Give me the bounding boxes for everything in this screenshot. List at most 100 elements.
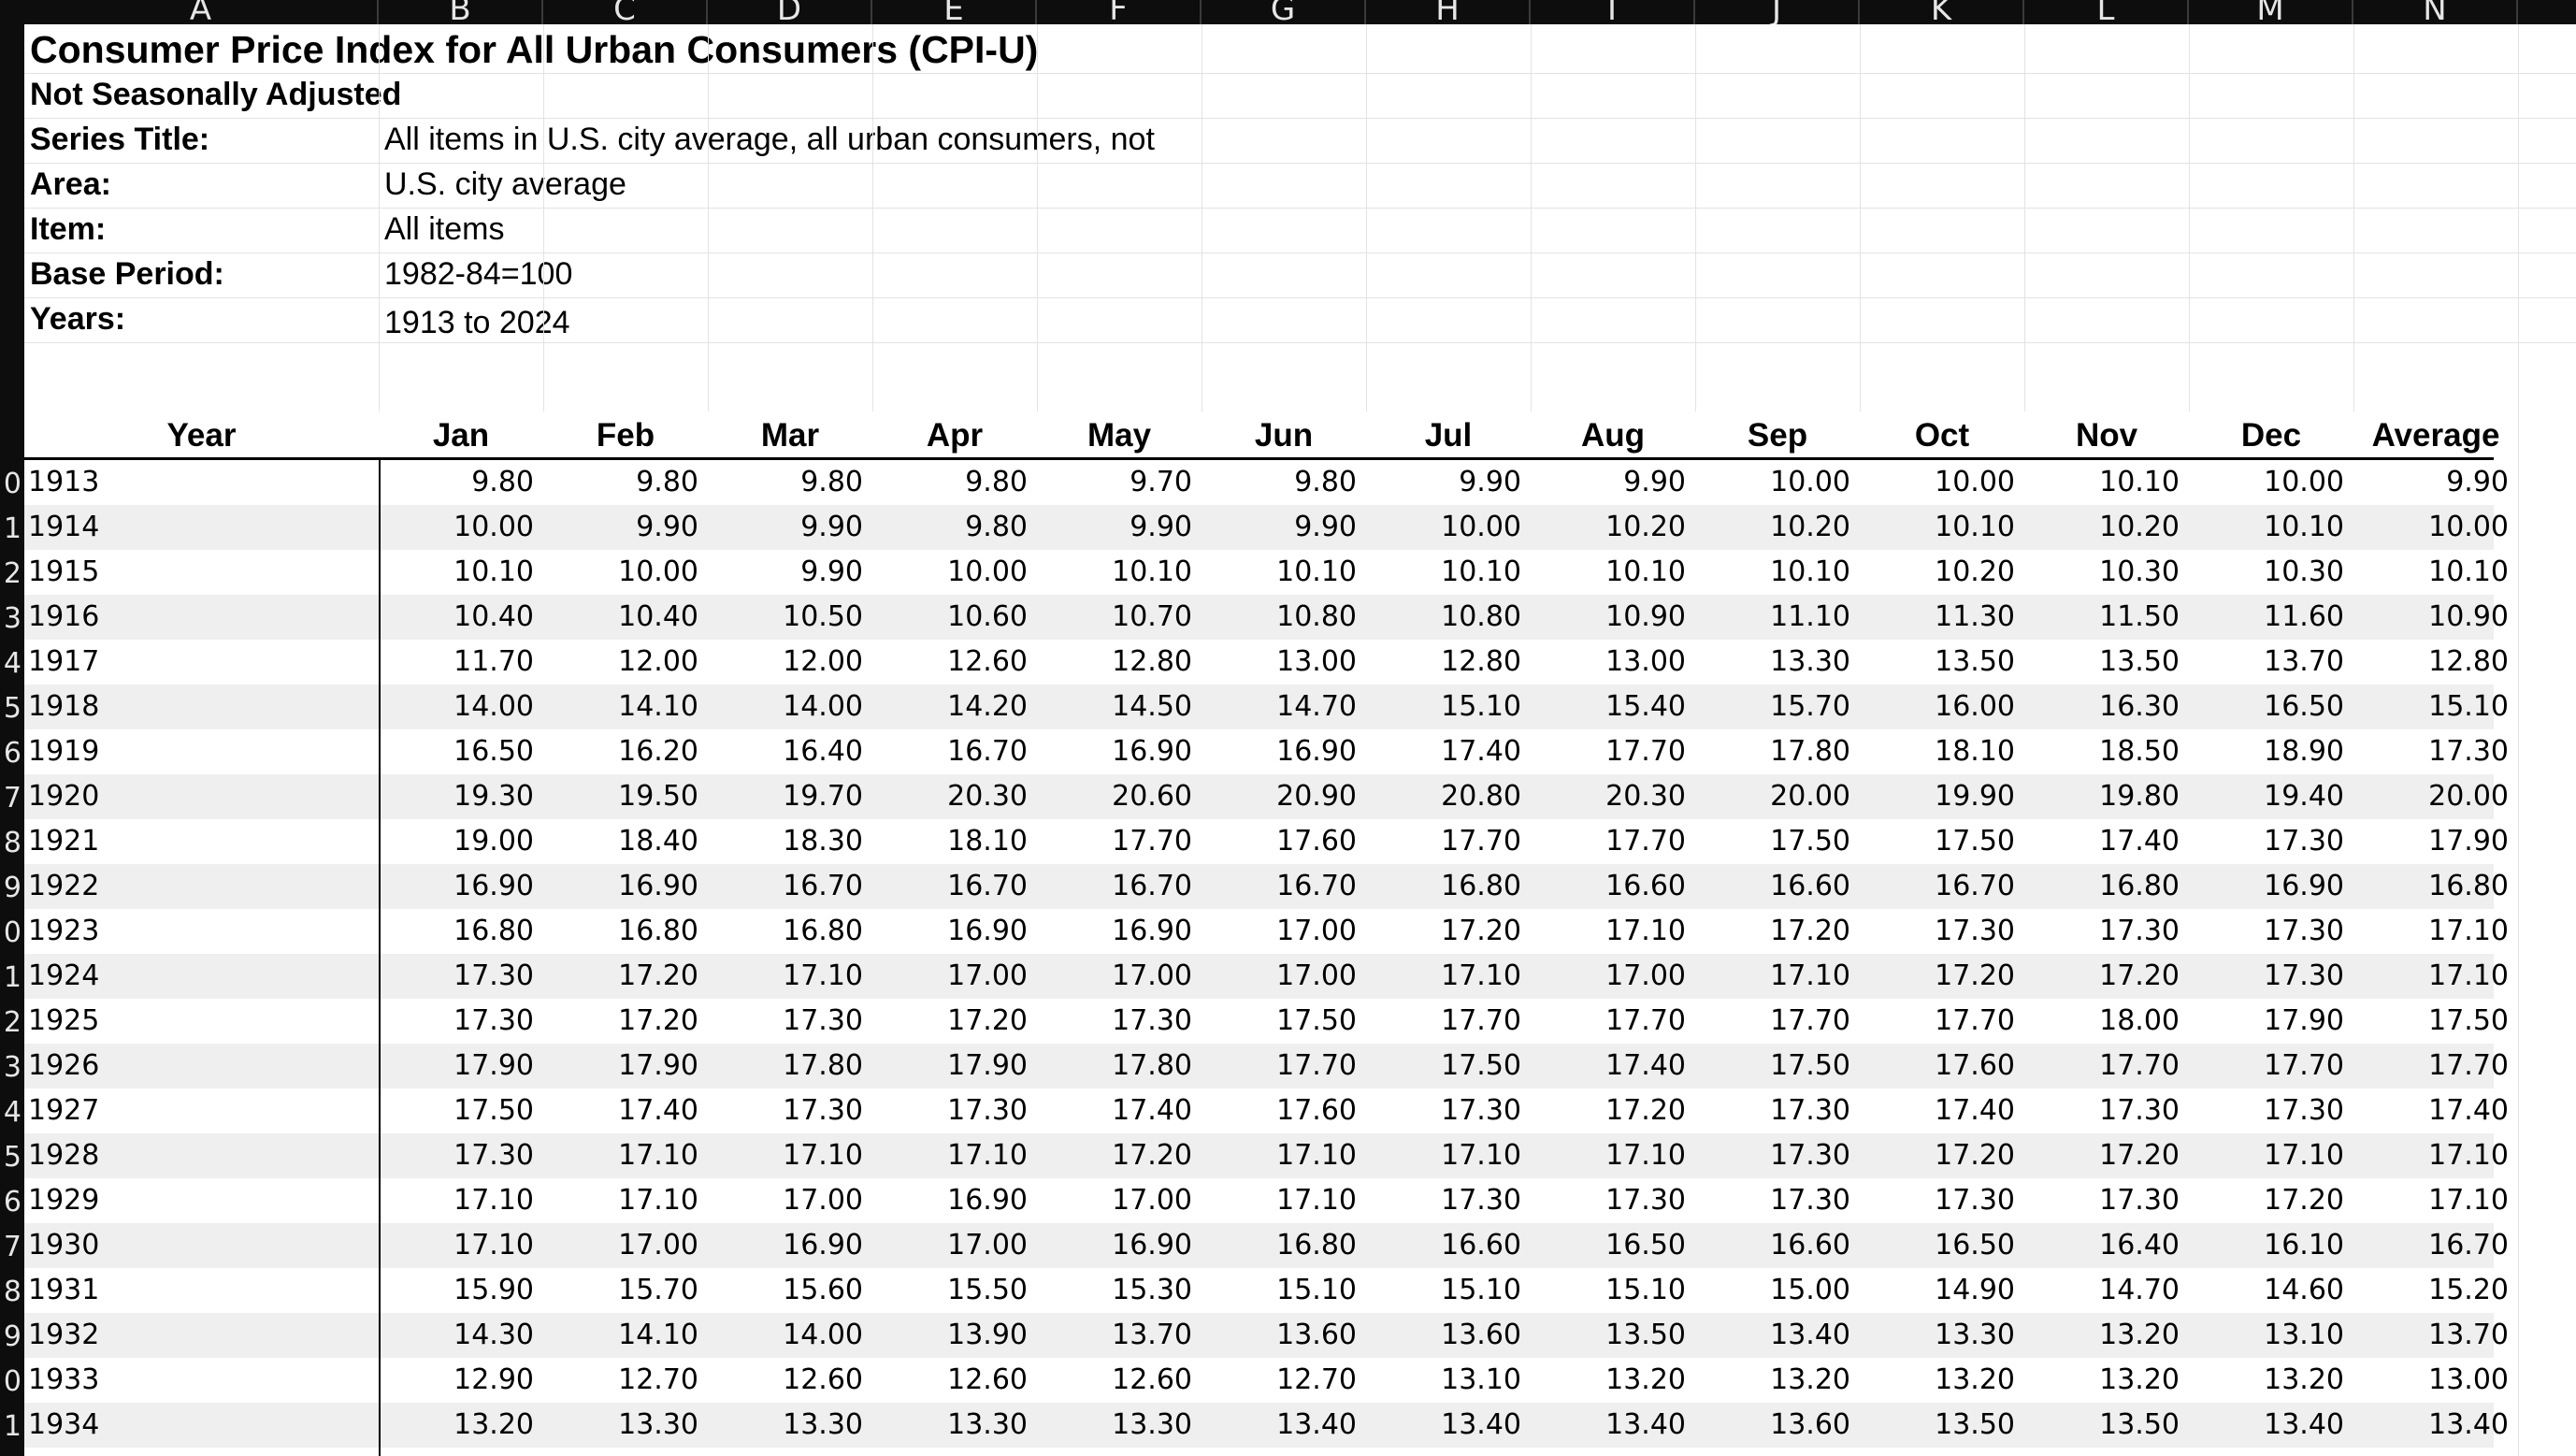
- cpi-value-cell[interactable]: 13.00: [2353, 1358, 2518, 1403]
- cpi-value-cell[interactable]: 12.60: [872, 640, 1037, 685]
- cpi-value-cell[interactable]: 17.70: [2353, 1044, 2518, 1088]
- column-header-m[interactable]: M: [2189, 0, 2353, 24]
- cpi-value-cell[interactable]: 17.10: [2353, 954, 2518, 999]
- year-cell[interactable]: 1913: [24, 460, 379, 505]
- cpi-value-cell[interactable]: 17.30: [872, 1088, 1037, 1133]
- cpi-value-cell[interactable]: 14.50: [1037, 685, 1202, 729]
- header-jun[interactable]: Jun: [1202, 411, 1366, 460]
- cpi-value-cell[interactable]: 17.10: [543, 1133, 708, 1178]
- cpi-value-cell[interactable]: 10.00: [1695, 460, 1860, 505]
- cpi-value-cell[interactable]: 17.10: [2353, 1178, 2518, 1223]
- cpi-value-cell[interactable]: 19.00: [379, 819, 543, 864]
- cpi-value-cell[interactable]: 17.00: [708, 1178, 872, 1223]
- cpi-value-cell[interactable]: 16.50: [1860, 1223, 2024, 1268]
- cpi-value-cell[interactable]: 16.40: [2024, 1223, 2189, 1268]
- cpi-value-cell[interactable]: 17.00: [543, 1223, 708, 1268]
- header-feb[interactable]: Feb: [543, 411, 708, 460]
- cpi-value-cell[interactable]: 17.50: [379, 1088, 543, 1133]
- cpi-value-cell[interactable]: 16.90: [1202, 729, 1366, 774]
- cpi-value-cell[interactable]: 16.60: [1531, 864, 1695, 909]
- cpi-value-cell[interactable]: 17.10: [1695, 954, 1860, 999]
- cpi-value-cell[interactable]: 15.10: [1202, 1268, 1366, 1313]
- row-number[interactable]: 0: [0, 1365, 24, 1398]
- cpi-value-cell[interactable]: 17.10: [1531, 909, 1695, 954]
- header-apr[interactable]: Apr: [872, 411, 1037, 460]
- cpi-value-cell[interactable]: 12.90: [379, 1358, 543, 1403]
- cpi-value-cell[interactable]: 10.40: [543, 595, 708, 640]
- year-cell[interactable]: 1922: [24, 864, 379, 909]
- cpi-value-cell[interactable]: 17.30: [379, 999, 543, 1044]
- cpi-value-cell[interactable]: 17.30: [708, 999, 872, 1044]
- cpi-value-cell[interactable]: 14.90: [1860, 1268, 2024, 1313]
- cpi-value-cell[interactable]: 17.30: [379, 1133, 543, 1178]
- cpi-value-cell[interactable]: 17.00: [872, 954, 1037, 999]
- cpi-value-cell[interactable]: 18.30: [708, 819, 872, 864]
- cpi-value-cell[interactable]: 9.70: [1037, 460, 1202, 505]
- cpi-value-cell[interactable]: 15.50: [872, 1268, 1037, 1313]
- cpi-value-cell[interactable]: 20.30: [1531, 774, 1695, 819]
- cpi-value-cell[interactable]: 19.70: [708, 774, 872, 819]
- year-cell[interactable]: 1919: [24, 729, 379, 774]
- cpi-value-cell[interactable]: 17.10: [1202, 1178, 1366, 1223]
- cpi-value-cell[interactable]: 16.50: [2189, 685, 2353, 729]
- column-header-c[interactable]: C: [543, 0, 708, 24]
- cpi-value-cell[interactable]: 13.20: [1695, 1358, 1860, 1403]
- area-value[interactable]: U.S. city average: [384, 166, 626, 203]
- cpi-value-cell[interactable]: 18.90: [2189, 729, 2353, 774]
- cpi-value-cell[interactable]: 17.20: [2024, 954, 2189, 999]
- cpi-value-cell[interactable]: 17.90: [872, 1044, 1037, 1088]
- cpi-value-cell[interactable]: 10.00: [872, 550, 1037, 595]
- cpi-value-cell[interactable]: 13.60: [1366, 1313, 1531, 1358]
- cpi-value-cell[interactable]: 9.90: [1366, 460, 1531, 505]
- cpi-value-cell[interactable]: 10.10: [379, 550, 543, 595]
- cpi-value-cell[interactable]: 10.30: [2024, 550, 2189, 595]
- cpi-value-cell[interactable]: 17.30: [2024, 909, 2189, 954]
- column-header-n[interactable]: N: [2353, 0, 2518, 24]
- column-header-l[interactable]: L: [2024, 0, 2189, 24]
- cpi-value-cell[interactable]: 12.80: [1366, 640, 1531, 685]
- cpi-value-cell[interactable]: 17.50: [1695, 819, 1860, 864]
- row-number[interactable]: 1: [0, 961, 24, 994]
- cpi-value-cell[interactable]: 18.50: [2024, 729, 2189, 774]
- cpi-value-cell[interactable]: 10.00: [543, 550, 708, 595]
- cpi-value-cell[interactable]: 17.40: [1366, 729, 1531, 774]
- column-header-j[interactable]: J: [1695, 0, 1860, 24]
- row-number[interactable]: 3: [0, 1051, 24, 1084]
- cpi-value-cell[interactable]: 18.40: [543, 819, 708, 864]
- column-header-a[interactable]: A: [24, 0, 379, 24]
- cpi-value-cell[interactable]: 9.90: [708, 550, 872, 595]
- cpi-value-cell[interactable]: 10.00: [1366, 505, 1531, 550]
- cpi-value-cell[interactable]: 19.50: [543, 774, 708, 819]
- cpi-value-cell[interactable]: 10.90: [1531, 595, 1695, 640]
- cpi-value-cell[interactable]: 9.80: [708, 460, 872, 505]
- row-number[interactable]: 8: [0, 827, 24, 859]
- cpi-value-cell[interactable]: 17.50: [1695, 1044, 1860, 1088]
- cpi-value-cell[interactable]: 9.90: [1531, 460, 1695, 505]
- cpi-value-cell[interactable]: 17.90: [2353, 819, 2518, 864]
- cpi-value-cell[interactable]: 17.30: [1695, 1178, 1860, 1223]
- cpi-value-cell[interactable]: 13.80: [1037, 1448, 1202, 1456]
- cpi-value-cell[interactable]: 17.20: [1860, 954, 2024, 999]
- cpi-value-cell[interactable]: 16.70: [1860, 864, 2024, 909]
- year-cell[interactable]: 1935: [24, 1448, 379, 1456]
- cpi-value-cell[interactable]: 15.70: [543, 1268, 708, 1313]
- cpi-value-cell[interactable]: 20.00: [1695, 774, 1860, 819]
- cpi-value-cell[interactable]: 12.70: [543, 1358, 708, 1403]
- cpi-value-cell[interactable]: 17.70: [1037, 819, 1202, 864]
- cpi-value-cell[interactable]: 13.20: [1860, 1358, 2024, 1403]
- row-number[interactable]: 0: [0, 916, 24, 949]
- column-header-g[interactable]: G: [1202, 0, 1366, 24]
- row-number[interactable]: 4: [0, 1096, 24, 1129]
- header-jul[interactable]: Jul: [1366, 411, 1531, 460]
- cpi-value-cell[interactable]: 17.80: [1037, 1044, 1202, 1088]
- cpi-value-cell[interactable]: 16.70: [1037, 864, 1202, 909]
- cpi-value-cell[interactable]: 10.20: [2024, 505, 2189, 550]
- cpi-value-cell[interactable]: 13.30: [1860, 1313, 2024, 1358]
- year-cell[interactable]: 1918: [24, 685, 379, 729]
- cpi-value-cell[interactable]: 13.20: [2024, 1358, 2189, 1403]
- cpi-value-cell[interactable]: 17.00: [1037, 1178, 1202, 1223]
- cpi-value-cell[interactable]: 13.40: [1202, 1403, 1366, 1448]
- cpi-value-cell[interactable]: 16.70: [2353, 1223, 2518, 1268]
- cpi-value-cell[interactable]: 17.30: [1366, 1088, 1531, 1133]
- cpi-value-cell[interactable]: 16.90: [708, 1223, 872, 1268]
